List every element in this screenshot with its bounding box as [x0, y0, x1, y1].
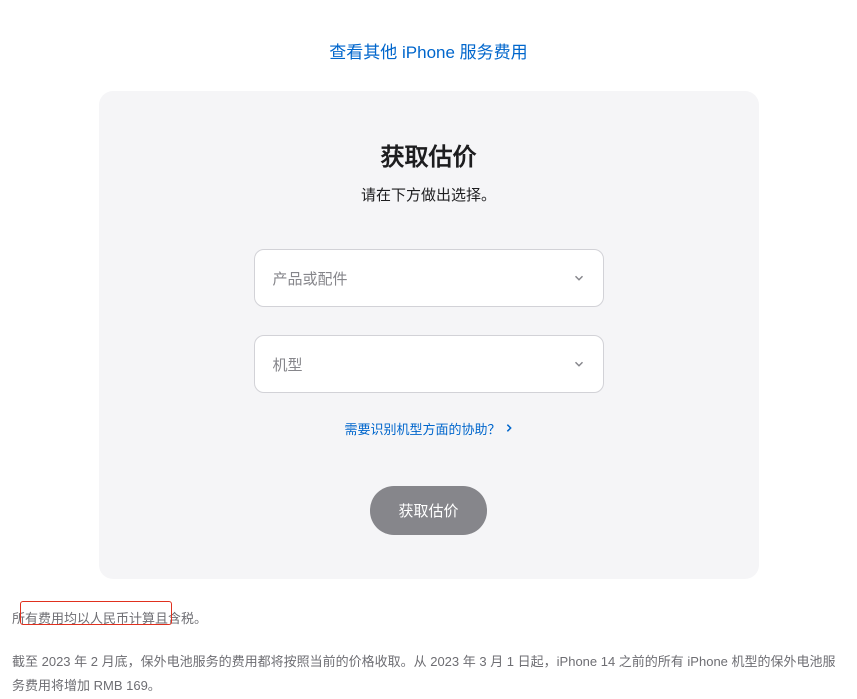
product-select[interactable]: 产品或配件	[254, 249, 604, 307]
help-link-label: 需要识别机型方面的协助？	[344, 419, 500, 438]
card-subtitle: 请在下方做出选择。	[139, 184, 719, 205]
model-select[interactable]: 机型	[254, 335, 604, 393]
card-title: 获取估价	[139, 137, 719, 172]
top-link-row: 查看其他 iPhone 服务费用	[0, 0, 857, 91]
identify-model-link[interactable]: 需要识别机型方面的协助？	[344, 419, 512, 438]
chevron-right-icon	[505, 421, 513, 436]
model-select-wrapper: 机型	[254, 335, 604, 393]
footer-line-1: 所有费用均以人民币计算且含税。	[12, 607, 845, 632]
footer-text: 所有费用均以人民币计算且含税。 截至 2023 年 2 月底，保外电池服务的费用…	[0, 579, 857, 699]
see-other-fees-link[interactable]: 查看其他 iPhone 服务费用	[329, 43, 527, 62]
estimate-card: 获取估价 请在下方做出选择。 产品或配件 机型 需要识别机型方面的协助？ 获取估…	[99, 91, 759, 579]
product-select-wrapper: 产品或配件	[254, 249, 604, 307]
footer-line-2: 截至 2023 年 2 月底，保外电池服务的费用都将按照当前的价格收取。从 20…	[12, 650, 845, 699]
get-estimate-button[interactable]: 获取估价	[370, 486, 486, 535]
